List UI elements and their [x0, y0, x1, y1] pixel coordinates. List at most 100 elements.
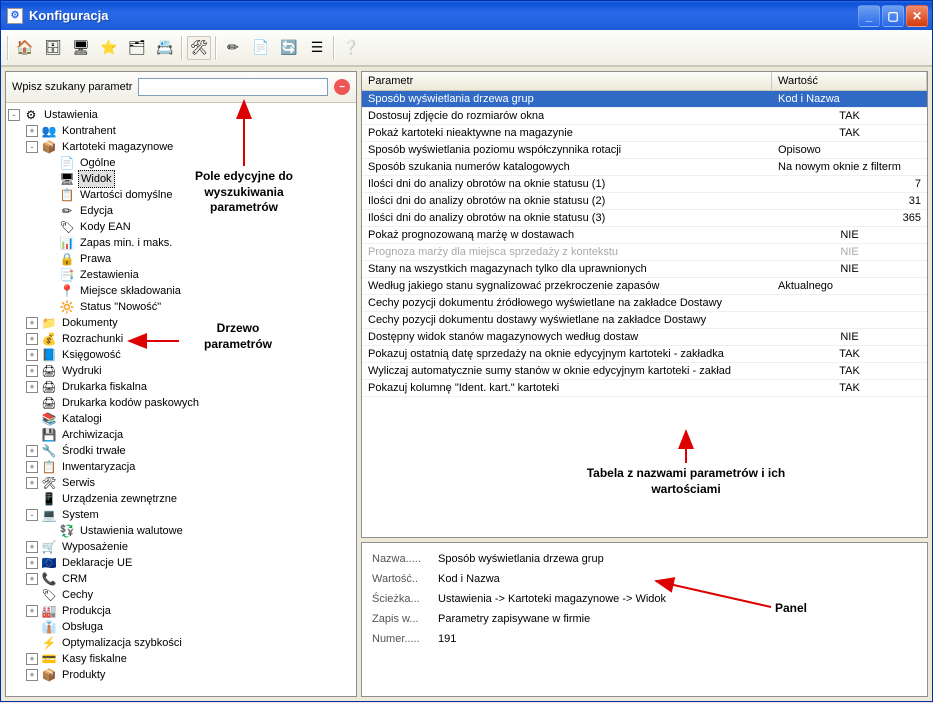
- tree-node[interactable]: 📋Wartości domyślne: [8, 187, 354, 203]
- tree-node[interactable]: 🏷Cechy: [8, 587, 354, 603]
- wrench-icon[interactable]: 🛠: [187, 36, 211, 60]
- tree-node[interactable]: 🖨Drukarka kodów paskowych: [8, 395, 354, 411]
- grid-row[interactable]: Dostosuj zdjęcie do rozmiarów oknaTAK: [362, 108, 927, 125]
- tree-node[interactable]: +📁Dokumenty: [8, 315, 354, 331]
- tree-node[interactable]: 📍Miejsce składowania: [8, 283, 354, 299]
- tree-node[interactable]: +🖨Wydruki: [8, 363, 354, 379]
- tree-node[interactable]: ✏Edycja: [8, 203, 354, 219]
- sheet-icon[interactable]: 📄: [249, 36, 273, 60]
- col-header-param[interactable]: Parametr: [362, 72, 772, 90]
- tree-item-label[interactable]: Rozrachunki: [60, 331, 125, 347]
- tree-item-label[interactable]: Ogólne: [78, 155, 117, 171]
- tree-node[interactable]: 👔Obsługa: [8, 619, 354, 635]
- tree-node[interactable]: ⚡Optymalizacja szybkości: [8, 635, 354, 651]
- search-input[interactable]: [138, 78, 328, 96]
- tree-item-label[interactable]: Drukarka kodów paskowych: [60, 395, 201, 411]
- tree-node[interactable]: 📊Zapas min. i maks.: [8, 235, 354, 251]
- tree-item-label[interactable]: Dokumenty: [60, 315, 120, 331]
- tree-item-label[interactable]: Wydruki: [60, 363, 104, 379]
- tree-item-label[interactable]: Serwis: [60, 475, 97, 491]
- grid-row[interactable]: Ilości dni do analizy obrotów na oknie s…: [362, 210, 927, 227]
- tool-icon-3[interactable]: 🗂: [125, 36, 149, 60]
- tree-item-label[interactable]: Ustawienia walutowe: [78, 523, 185, 539]
- tree-item-label[interactable]: Wyposażenie: [60, 539, 130, 555]
- collapse-icon[interactable]: -: [26, 509, 38, 521]
- parameter-tree[interactable]: -⚙Ustawienia+👥Kontrahent-📦Kartoteki maga…: [6, 103, 356, 696]
- expand-icon[interactable]: +: [26, 365, 38, 377]
- col-header-value[interactable]: Wartość: [772, 72, 927, 90]
- grid-row[interactable]: Wyliczaj automatycznie sumy stanów w okn…: [362, 363, 927, 380]
- grid-row[interactable]: Sposób szukania numerów katalogowychNa n…: [362, 159, 927, 176]
- grid-row[interactable]: Sposób wyświetlania drzewa grupKod i Naz…: [362, 91, 927, 108]
- expand-icon[interactable]: +: [26, 349, 38, 361]
- tree-item-label[interactable]: Księgowość: [60, 347, 123, 363]
- tree-item-label[interactable]: Miejsce składowania: [78, 283, 183, 299]
- tree-item-label[interactable]: Inwentaryzacja: [60, 459, 137, 475]
- tree-item-label[interactable]: Zestawienia: [78, 267, 141, 283]
- tree-node[interactable]: 🔆Status "Nowość": [8, 299, 354, 315]
- tree-item-label[interactable]: Archiwizacja: [60, 427, 125, 443]
- tree-node[interactable]: 💾Archiwizacja: [8, 427, 354, 443]
- expand-icon[interactable]: +: [26, 557, 38, 569]
- tree-item-label[interactable]: Optymalizacja szybkości: [60, 635, 184, 651]
- expand-icon[interactable]: +: [26, 461, 38, 473]
- clear-search-icon[interactable]: −: [334, 79, 350, 95]
- tree-node[interactable]: +🖨Drukarka fiskalna: [8, 379, 354, 395]
- grid-row[interactable]: Stany na wszystkich magazynach tylko dla…: [362, 261, 927, 278]
- tree-node[interactable]: -⚙Ustawienia: [8, 107, 354, 123]
- tree-item-label[interactable]: Produkcja: [60, 603, 113, 619]
- grid-row[interactable]: Pokazuj kolumnę "Ident. kart." kartoteki…: [362, 380, 927, 397]
- home-icon[interactable]: 🏠: [13, 36, 37, 60]
- tree-node[interactable]: 📱Urządzenia zewnętrzne: [8, 491, 354, 507]
- expand-icon[interactable]: +: [26, 605, 38, 617]
- tree-node[interactable]: 📑Zestawienia: [8, 267, 354, 283]
- tree-item-label[interactable]: Kartoteki magazynowe: [60, 139, 175, 155]
- grid-row[interactable]: Pokaż prognozowaną marżę w dostawachNIE: [362, 227, 927, 244]
- tree-item-label[interactable]: Deklaracje UE: [60, 555, 134, 571]
- grid-row[interactable]: Pokazuj ostatnią datę sprzedaży na oknie…: [362, 346, 927, 363]
- expand-icon[interactable]: +: [26, 125, 38, 137]
- tree-node[interactable]: 🔒Prawa: [8, 251, 354, 267]
- list-icon[interactable]: ☰: [305, 36, 329, 60]
- expand-icon[interactable]: +: [26, 541, 38, 553]
- tree-node[interactable]: 💱Ustawienia walutowe: [8, 523, 354, 539]
- expand-icon[interactable]: +: [26, 445, 38, 457]
- tree-node[interactable]: +💰Rozrachunki: [8, 331, 354, 347]
- tree-item-label[interactable]: System: [60, 507, 101, 523]
- maximize-button[interactable]: ▢: [882, 5, 904, 27]
- grid-row[interactable]: Sposób wyświetlania poziomu współczynnik…: [362, 142, 927, 159]
- tree-item-label[interactable]: Kontrahent: [60, 123, 118, 139]
- refresh-icon[interactable]: 🔄: [277, 36, 301, 60]
- tree-item-label[interactable]: Wartości domyślne: [78, 187, 175, 203]
- expand-icon[interactable]: +: [26, 477, 38, 489]
- expand-icon[interactable]: +: [26, 573, 38, 585]
- expand-icon[interactable]: +: [26, 669, 38, 681]
- tree-node[interactable]: +🛒Wyposażenie: [8, 539, 354, 555]
- tree-item-label[interactable]: Produkty: [60, 667, 107, 683]
- tree-node[interactable]: +🏭Produkcja: [8, 603, 354, 619]
- expand-icon[interactable]: +: [26, 317, 38, 329]
- help-icon[interactable]: ❔: [339, 36, 363, 60]
- expand-icon[interactable]: +: [26, 381, 38, 393]
- tree-item-label[interactable]: Zapas min. i maks.: [78, 235, 174, 251]
- tree-node[interactable]: -📦Kartoteki magazynowe: [8, 139, 354, 155]
- tree-node[interactable]: +📦Produkty: [8, 667, 354, 683]
- tool-icon-4[interactable]: 📇: [153, 36, 177, 60]
- tree-node[interactable]: 🏷Kody EAN: [8, 219, 354, 235]
- grid-row[interactable]: Pokaż kartoteki nieaktywne na magazynieT…: [362, 125, 927, 142]
- tree-item-label[interactable]: Urządzenia zewnętrzne: [60, 491, 179, 507]
- tree-node[interactable]: +👥Kontrahent: [8, 123, 354, 139]
- tree-node[interactable]: +🛠Serwis: [8, 475, 354, 491]
- close-button[interactable]: ✕: [906, 5, 928, 27]
- tree-node[interactable]: -💻System: [8, 507, 354, 523]
- tree-item-label[interactable]: CRM: [60, 571, 89, 587]
- tree-item-label[interactable]: Kasy fiskalne: [60, 651, 129, 667]
- tree-item-label[interactable]: Drukarka fiskalna: [60, 379, 149, 395]
- tree-node[interactable]: +🇪🇺Deklaracje UE: [8, 555, 354, 571]
- expand-icon[interactable]: +: [26, 333, 38, 345]
- tree-item-label[interactable]: Środki trwałe: [60, 443, 128, 459]
- grid-row[interactable]: Cechy pozycji dokumentu dostawy wyświetl…: [362, 312, 927, 329]
- tree-node[interactable]: +💳Kasy fiskalne: [8, 651, 354, 667]
- grid-row[interactable]: Ilości dni do analizy obrotów na oknie s…: [362, 176, 927, 193]
- tree-node[interactable]: 📚Katalogi: [8, 411, 354, 427]
